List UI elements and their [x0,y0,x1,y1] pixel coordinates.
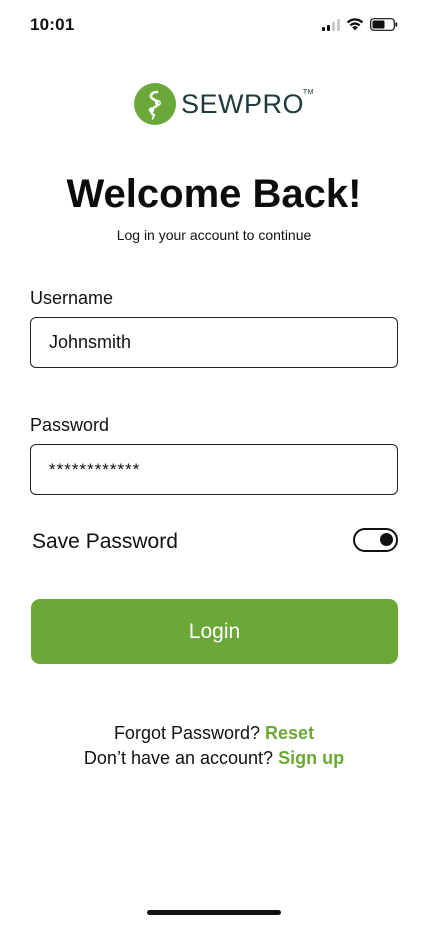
password-field[interactable] [30,444,398,495]
wifi-icon [346,18,364,31]
home-indicator[interactable] [147,910,281,915]
signup-row: Don’t have an account? Sign up [0,748,428,769]
sign-up-link[interactable]: Sign up [278,748,344,768]
cellular-signal-icon [322,18,340,31]
status-bar: 10:01 [0,0,428,52]
username-label: Username [30,288,114,308]
sewpro-logo-icon [134,83,176,125]
page-subtitle: Log in your account to continue [116,227,312,243]
forgot-password-row: Forgot Password? Reset [0,723,428,744]
password-label: Password [30,415,110,435]
username-field[interactable] [30,317,398,368]
battery-icon [370,18,398,31]
sewpro-logo: SEWPRO TM [134,83,315,125]
page-title: Welcome Back! [66,172,362,216]
save-password-label: Save Password [32,530,178,553]
toggle-knob [380,533,393,546]
forgot-password-text: Forgot Password? [113,723,261,743]
login-button[interactable]: Login [31,599,398,664]
status-icons [322,18,398,31]
logo-wordmark: SEWPRO TM [181,88,315,119]
no-account-text: Don’t have an account? [83,748,274,768]
reset-link[interactable]: Reset [265,723,314,743]
save-password-toggle[interactable] [353,528,398,552]
status-time: 10:01 [30,15,75,34]
